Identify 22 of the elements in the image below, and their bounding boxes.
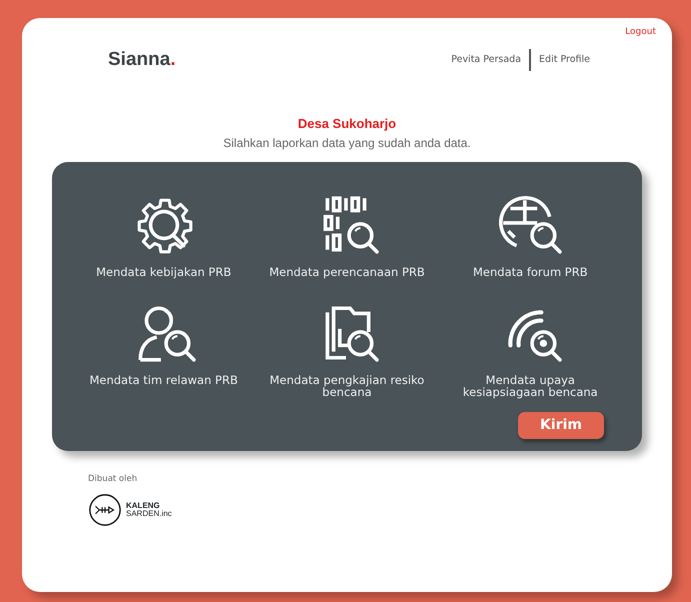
- user-name-link[interactable]: Pevita Persada: [451, 52, 522, 67]
- menu-tile[interactable]: Mendata tim relawan PRB: [72, 300, 256, 398]
- credit-text: Dibuat oleh: [88, 472, 138, 486]
- instruction-text: Silahkan laporkan data yang sudah anda data.: [222, 134, 472, 152]
- tile-label: Mendata forum PRB: [473, 266, 588, 278]
- menu-tile[interactable]: Mendata forum PRB: [438, 192, 622, 278]
- tile-label: Mendata upaya kesiapsiagaan bencana: [462, 374, 599, 398]
- village-title: Desa Sukoharjo: [296, 115, 398, 133]
- tile-label: Mendata perencanaan PRB: [269, 266, 425, 278]
- tile-label: Mendata kebijakan PRB: [96, 266, 232, 278]
- menu-tile[interactable]: Mendata pengkajian resiko bencana: [255, 300, 439, 398]
- fish-logo-icon: [88, 493, 122, 528]
- menu-tile[interactable]: Mendata upaya kesiapsiagaan bencana: [438, 300, 622, 398]
- logout-link[interactable]: Logout: [625, 26, 656, 40]
- brand-name: KALENG: [126, 502, 160, 510]
- edit-profile-link[interactable]: Edit Profile: [539, 52, 590, 67]
- brand-subtitle: SARDEN.inc: [126, 510, 172, 518]
- menu-tile[interactable]: Mendata kebijakan PRB: [72, 192, 256, 278]
- menu-tile[interactable]: Mendata perencanaan PRB: [255, 192, 439, 278]
- tile-label: Mendata pengkajian resiko bencana: [268, 374, 426, 398]
- tile-label: Mendata tim relawan PRB: [89, 374, 238, 386]
- logo-text: Sianna.: [108, 48, 176, 72]
